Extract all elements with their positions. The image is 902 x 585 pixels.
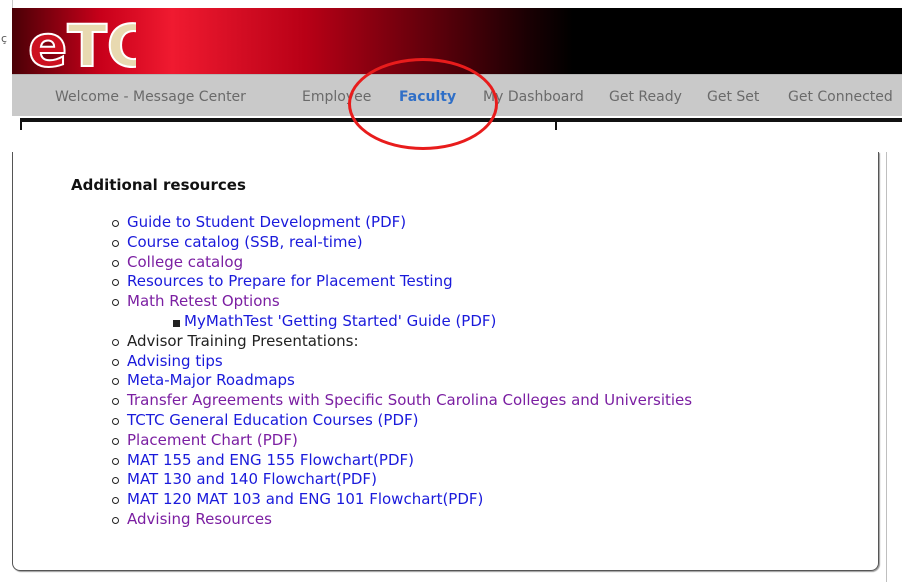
list-item: MAT 155 and ENG 155 Flowchart(PDF): [110, 451, 692, 471]
nav-get-connected[interactable]: Get Connected: [788, 89, 893, 105]
link-placement-chart[interactable]: Placement Chart (PDF): [127, 431, 298, 449]
list-item: Advising Resources: [110, 510, 692, 530]
logo-letter: C: [107, 12, 136, 74]
link-meta-major-roadmaps[interactable]: Meta-Major Roadmaps: [127, 371, 295, 389]
nav-get-set[interactable]: Get Set: [707, 89, 759, 105]
link-advising-resources[interactable]: Advising Resources: [127, 510, 272, 528]
logo-letters: eTC: [27, 11, 136, 74]
link-mat120-mat103-eng101-flowchart[interactable]: MAT 120 MAT 103 and ENG 101 Flowchart(PD…: [127, 490, 483, 508]
advisor-training-label: Advisor Training Presentations:: [127, 331, 359, 350]
list-item: Guide to Student Development (PDF): [110, 213, 692, 233]
nav-faculty[interactable]: Faculty: [399, 89, 456, 105]
link-mat155-eng155-flowchart[interactable]: MAT 155 and ENG 155 Flowchart(PDF): [127, 451, 414, 469]
site-banner: [12, 8, 902, 74]
logo-lettering: eTC: [28, 12, 136, 74]
content-frame-right-top: [557, 118, 902, 122]
link-placement-testing-resources[interactable]: Resources to Prepare for Placement Testi…: [127, 272, 453, 290]
list-item: College catalog: [110, 253, 692, 273]
nav-get-ready[interactable]: Get Ready: [609, 89, 682, 105]
banner-top-strip: [12, 0, 902, 8]
link-advising-tips[interactable]: Advising tips: [127, 352, 223, 370]
link-guide-student-development[interactable]: Guide to Student Development (PDF): [127, 213, 406, 231]
main-nav: Welcome - Message Center Employee Facult…: [12, 74, 902, 117]
frame-divider-left: [20, 118, 22, 130]
list-item: Course catalog (SSB, real-time): [110, 233, 692, 253]
frame-divider: [555, 118, 557, 130]
list-item: MAT 120 MAT 103 and ENG 101 Flowchart(PD…: [110, 490, 692, 510]
list-item: Advising tips: [110, 352, 692, 372]
page-right-rule: [886, 152, 887, 582]
list-item: Resources to Prepare for Placement Testi…: [110, 272, 692, 292]
list-item: MAT 130 and 140 Flowchart(PDF): [110, 470, 692, 490]
logo-letter: e: [28, 12, 67, 74]
link-mat130-140-flowchart[interactable]: MAT 130 and 140 Flowchart(PDF): [127, 470, 377, 488]
nav-welcome-message-center[interactable]: Welcome - Message Center: [55, 89, 246, 105]
link-general-education-courses[interactable]: TCTC General Education Courses (PDF): [127, 411, 419, 429]
link-mymathtest-guide[interactable]: MyMathTest 'Getting Started' Guide (PDF): [184, 312, 496, 330]
content-frame-left-top: [20, 118, 555, 122]
list-item: TCTC General Education Courses (PDF): [110, 411, 692, 431]
list-item: Meta-Major Roadmaps: [110, 371, 692, 391]
edge-char: ç: [1, 32, 8, 45]
list-item: Math Retest Options: [110, 292, 692, 312]
list-item: Transfer Agreements with Specific South …: [110, 391, 692, 411]
link-college-catalog[interactable]: College catalog: [127, 253, 243, 271]
logo-letter: T: [67, 12, 107, 74]
section-heading: Additional resources: [71, 176, 246, 194]
nav-employee[interactable]: Employee: [302, 89, 371, 105]
etc-logo[interactable]: eTC: [26, 4, 136, 74]
resource-list: Guide to Student Development (PDF) Cours…: [110, 213, 692, 530]
link-transfer-agreements[interactable]: Transfer Agreements with Specific South …: [127, 391, 692, 409]
list-item: Placement Chart (PDF): [110, 431, 692, 451]
nav-my-dashboard[interactable]: My Dashboard: [483, 89, 584, 105]
link-course-catalog[interactable]: Course catalog (SSB, real-time): [127, 233, 363, 251]
list-item: Advisor Training Presentations:: [110, 332, 692, 352]
link-math-retest-options[interactable]: Math Retest Options: [127, 292, 280, 310]
list-subitem: MyMathTest 'Getting Started' Guide (PDF): [110, 312, 692, 332]
